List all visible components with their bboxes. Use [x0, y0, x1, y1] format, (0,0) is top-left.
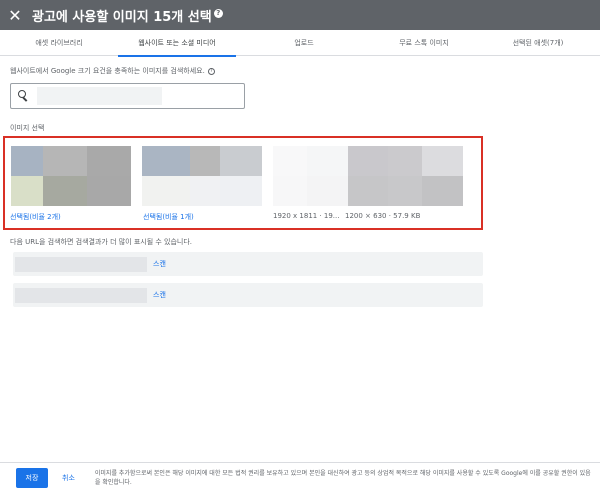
image-caption-1: 선택됨(비율 2개) [10, 213, 61, 221]
tab-selected-assets[interactable]: 선택된 애셋(7개) [476, 30, 600, 56]
cancel-button[interactable]: 취소 [62, 473, 75, 483]
close-icon: ✕ [8, 5, 22, 25]
help-icon[interactable]: ? [213, 8, 223, 18]
image-caption-2: 선택됨(비율 1개) [143, 213, 194, 221]
url-suggestion-notice: 다음 URL을 검색하면 검색결과가 더 많이 표시될 수 있습니다. [10, 238, 193, 246]
image-thumbnail [11, 146, 131, 206]
image-caption-4: 1200 × 630 · 57.9 KB [345, 212, 421, 220]
image-card-1[interactable] [11, 146, 131, 206]
scan-button[interactable]: 스캔 [153, 259, 166, 269]
image-card-4[interactable] [348, 146, 463, 206]
tab-stock-images[interactable]: 무료 스톡 이미지 [372, 30, 476, 56]
tab-label: 무료 스톡 이미지 [399, 39, 449, 47]
tab-upload[interactable]: 업로드 [236, 30, 372, 56]
url-search-box[interactable] [10, 83, 245, 109]
dialog-header: ✕ 광고에 사용할 이미지 15개 선택? [0, 0, 600, 30]
tab-label: 웹사이트 또는 소셜 미디어 [138, 39, 216, 47]
dialog-title: 광고에 사용할 이미지 15개 선택? [32, 6, 223, 25]
tab-label: 애셋 라이브러리 [35, 39, 83, 47]
image-caption-3: 1920 x 1811 · 19... [273, 212, 340, 220]
url-text-placeholder [15, 256, 147, 272]
tab-asset-library[interactable]: 애셋 라이브러리 [0, 30, 118, 56]
scan-button[interactable]: 스캔 [153, 290, 166, 300]
legal-disclaimer: 이미지를 추가함으로써 본인은 해당 이미지에 대한 모든 법적 권리를 보유하… [94, 469, 591, 486]
search-help-label: 웹사이트에서 Google 크기 요건을 충족하는 이미지를 검색하세요. [10, 67, 205, 75]
tab-label: 업로드 [294, 39, 314, 47]
question-icon[interactable]: ? [207, 67, 215, 75]
tab-label: 선택된 애셋(7개) [512, 39, 564, 47]
close-button[interactable]: ✕ [0, 0, 30, 30]
image-section-label: 이미지 선택 [10, 124, 45, 132]
image-thumbnail [142, 146, 262, 206]
dialog-title-text: 광고에 사용할 이미지 15개 선택 [32, 9, 212, 25]
tab-website-social[interactable]: 웹사이트 또는 소셜 미디어 [118, 30, 236, 57]
tab-bar: 애셋 라이브러리 웹사이트 또는 소셜 미디어 업로드 무료 스톡 이미지 선택… [0, 30, 600, 57]
image-card-2[interactable] [142, 146, 262, 206]
save-button[interactable]: 저장 [16, 467, 48, 488]
image-thumbnail [348, 146, 463, 206]
search-help-text: 웹사이트에서 Google 크기 요건을 충족하는 이미지를 검색하세요. ? [10, 66, 215, 76]
search-icon [15, 87, 33, 105]
url-suggestion-row: 스캔 [13, 252, 483, 276]
url-text-placeholder [15, 287, 147, 303]
url-search-input[interactable] [37, 87, 162, 105]
dialog-footer: 저장 취소 이미지를 추가함으로써 본인은 해당 이미지에 대한 모든 법적 권… [0, 462, 600, 492]
url-suggestion-row: 스캔 [13, 283, 483, 307]
